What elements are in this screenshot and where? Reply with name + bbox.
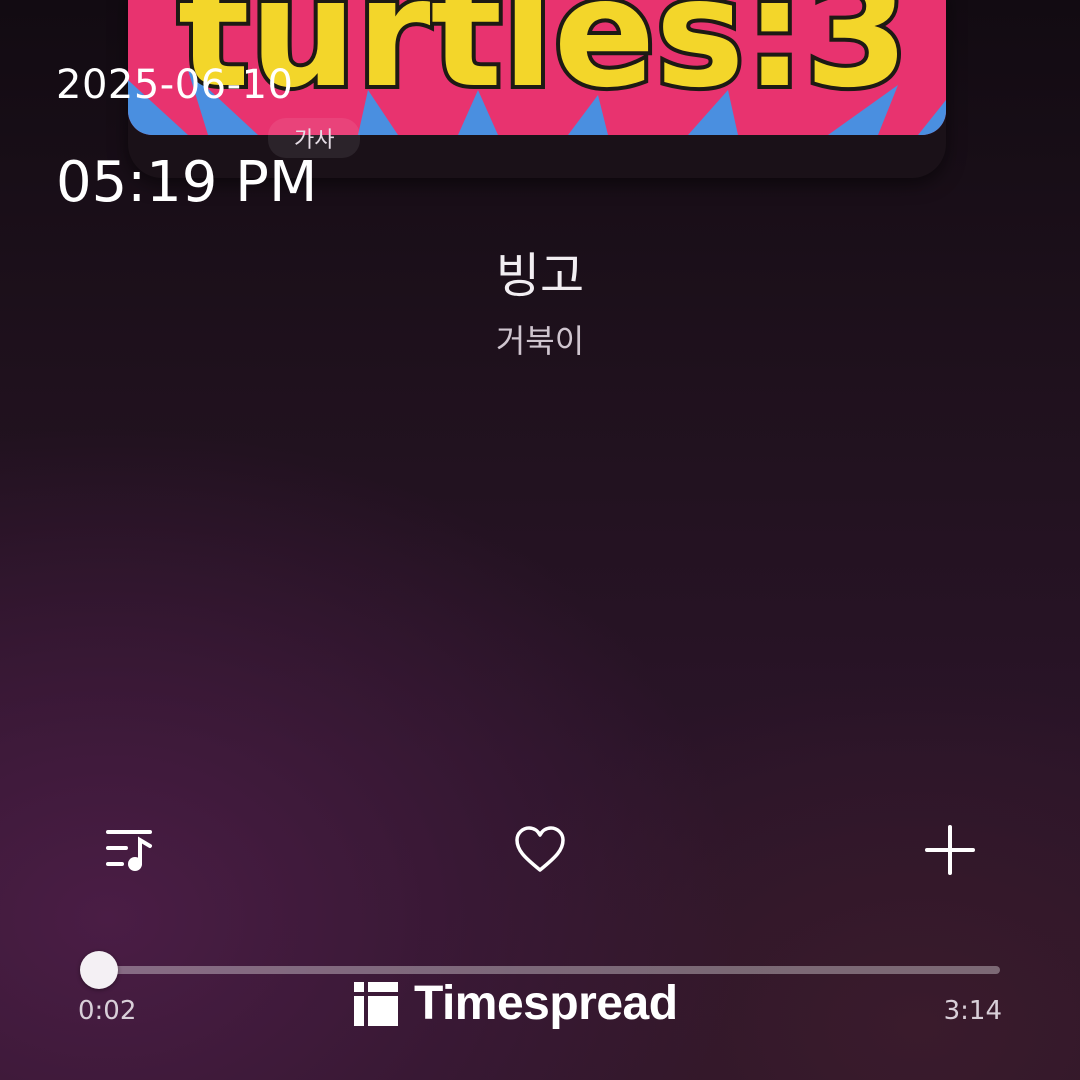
playlist-music-icon	[106, 830, 152, 871]
heart-outline-icon	[515, 826, 565, 872]
overlay-time: 05:19 PM	[56, 150, 318, 215]
watermark-text: Timespread	[414, 977, 678, 1030]
track-artist[interactable]: 거북이	[0, 316, 1080, 362]
add-button[interactable]	[918, 818, 982, 882]
progress-thumb[interactable]	[80, 951, 119, 989]
like-button[interactable]	[508, 818, 572, 882]
watermark: Timespread	[354, 976, 678, 1031]
total-duration: 3:14	[943, 996, 1002, 1026]
plus-icon	[925, 825, 975, 875]
elapsed-time: 0:02	[78, 996, 137, 1026]
overlay-date: 2025-06-10	[56, 62, 294, 108]
timespread-logo-icon	[354, 981, 398, 1026]
track-title: 빙고	[495, 248, 585, 304]
playlist-button[interactable]	[98, 818, 162, 882]
progress-bar[interactable]	[80, 951, 1000, 989]
